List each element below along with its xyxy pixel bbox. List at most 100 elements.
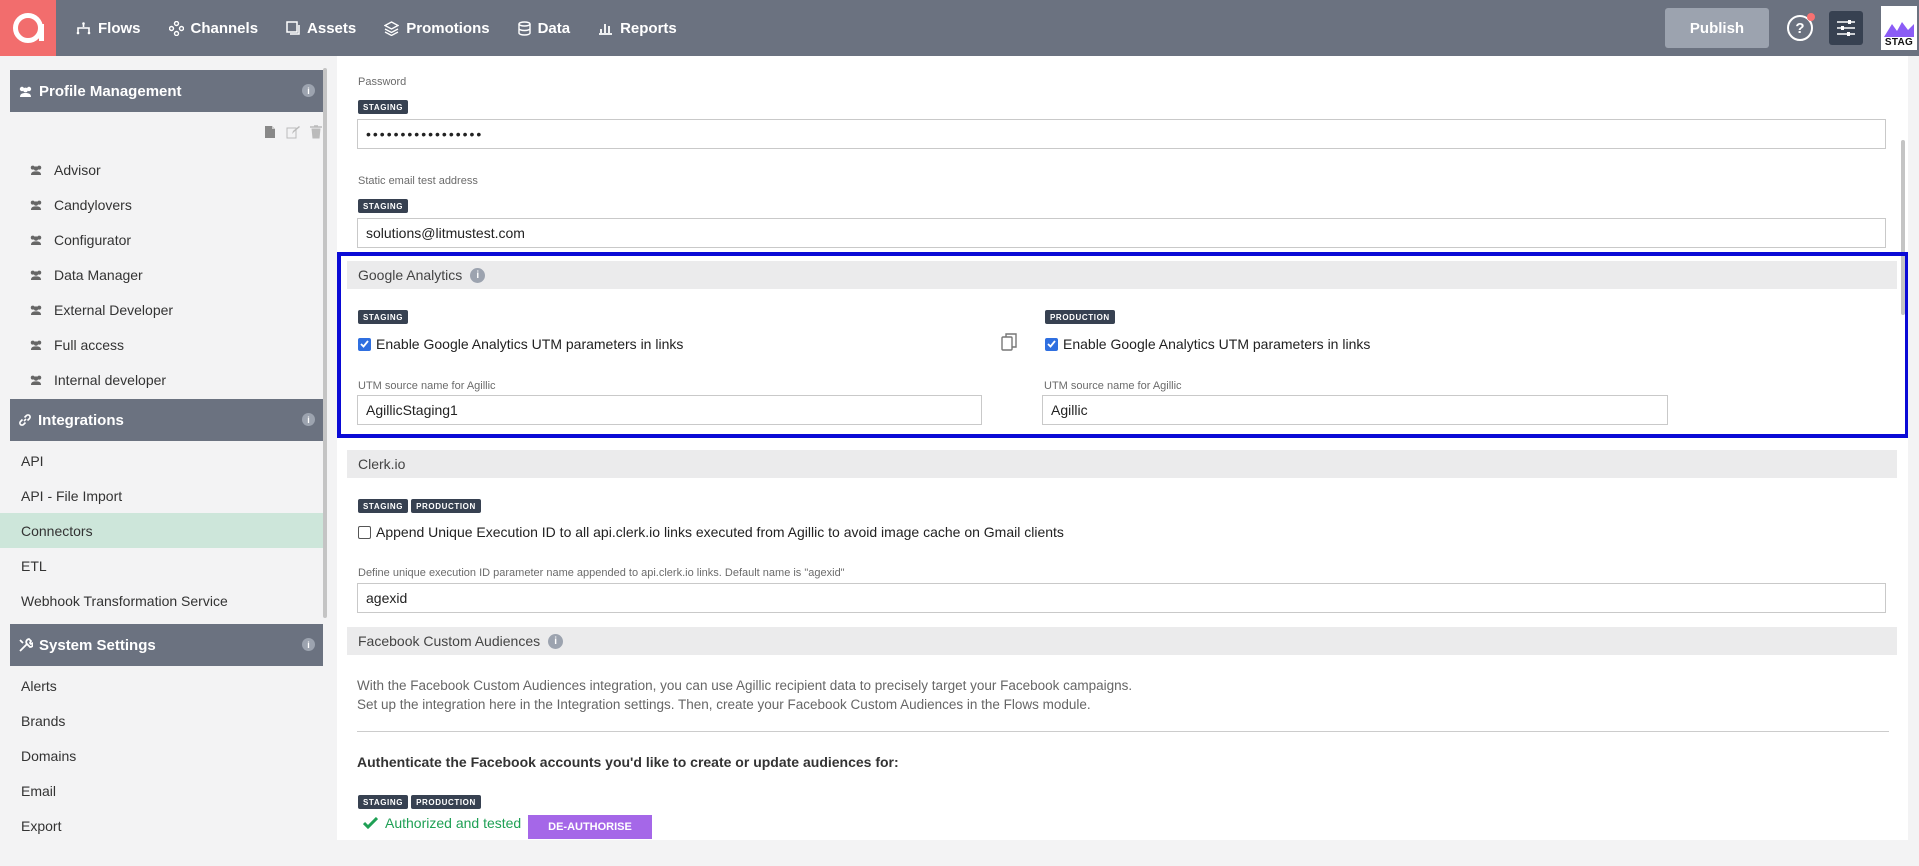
- sidebar-item-label: Data Manager: [54, 266, 143, 283]
- facebook-description-line-1: With the Facebook Custom Audiences integ…: [357, 678, 1133, 693]
- password-field[interactable]: •••••••••••••••••: [357, 119, 1886, 149]
- tools-icon: [19, 637, 33, 652]
- sidebar-item-label: External Developer: [54, 301, 174, 318]
- info-icon[interactable]: i: [302, 413, 315, 426]
- facebook-header: Facebook Custom Audiences i: [347, 627, 1897, 655]
- sliders-icon: [1837, 20, 1855, 36]
- nav-reports-label: Reports: [620, 19, 677, 37]
- agillic-logo[interactable]: [0, 0, 56, 56]
- clerk-param-label: Define unique execution ID parameter nam…: [358, 567, 845, 579]
- sidebar-item-domains[interactable]: Domains: [0, 738, 324, 773]
- sidebar-item-internal-developer[interactable]: Internal developer: [0, 362, 324, 397]
- static-email-field[interactable]: solutions@litmustest.com: [357, 218, 1886, 248]
- sidebar-item-label: Email: [21, 782, 57, 799]
- sidebar-item-email[interactable]: Email: [0, 773, 324, 808]
- sidebar-item-api-file-import[interactable]: API - File Import: [0, 478, 324, 513]
- clerk-title: Clerk.io: [358, 456, 406, 472]
- notification-dot: [1807, 13, 1815, 21]
- sidebar-section-system-settings[interactable]: System Settings i: [10, 624, 323, 666]
- sidebar-item-etl[interactable]: ETL: [0, 548, 324, 583]
- help-button[interactable]: ?: [1787, 13, 1815, 41]
- info-icon[interactable]: i: [302, 84, 315, 97]
- nav-channels[interactable]: Channels: [168, 20, 258, 37]
- nav-promotions[interactable]: Promotions: [384, 19, 490, 37]
- production-tag: PRODUCTION: [411, 499, 481, 513]
- nav-flows[interactable]: Flows: [76, 20, 141, 37]
- environment-badge[interactable]: STAG: [1881, 6, 1917, 50]
- nav-promotions-label: Promotions: [406, 19, 490, 37]
- main-nav: Flows Channels Assets Promotions Data Re…: [76, 20, 705, 37]
- users-icon: [30, 305, 42, 315]
- assets-icon: [286, 21, 300, 35]
- users-icon: [19, 86, 32, 97]
- facebook-auth-question: Authenticate the Facebook accounts you'd…: [357, 754, 899, 770]
- sidebar-item-label: Candylovers: [54, 196, 132, 213]
- sidebar-item-data-manager[interactable]: Data Manager: [0, 257, 324, 292]
- sidebar-item-label: Full access: [54, 336, 125, 353]
- facebook-description: With the Facebook Custom Audiences integ…: [357, 676, 1132, 714]
- sidebar-item-label: Alerts: [21, 677, 57, 694]
- nav-data-label: Data: [537, 19, 571, 37]
- clerk-execution-id-checkbox-row[interactable]: Append Unique Execution ID to all api.cl…: [358, 524, 1064, 540]
- sidebar-item-candylovers[interactable]: Candylovers: [0, 187, 324, 222]
- channels-icon: [168, 20, 184, 36]
- clerk-execution-id-checkbox[interactable]: [358, 525, 371, 539]
- nav-reports[interactable]: Reports: [598, 20, 677, 37]
- facebook-tags: STAGING PRODUCTION: [358, 792, 484, 810]
- info-icon[interactable]: i: [548, 633, 564, 649]
- nav-assets-label: Assets: [307, 19, 357, 37]
- users-icon: [30, 200, 42, 210]
- main-content: Password STAGING ••••••••••••••••• Stati…: [337, 56, 1908, 840]
- users-icon: [30, 270, 42, 280]
- de-authorise-button[interactable]: DE-AUTHORISE: [528, 815, 652, 839]
- sidebar-scrollbar[interactable]: [323, 68, 327, 618]
- staging-tag: STAGING: [358, 100, 409, 114]
- facebook-title: Facebook Custom Audiences: [358, 633, 541, 649]
- nav-assets[interactable]: Assets: [286, 20, 356, 37]
- sidebar-item-brands[interactable]: Brands: [0, 703, 324, 738]
- sidebar-item-label: API: [21, 452, 44, 469]
- sidebar-item-export[interactable]: Export: [0, 808, 324, 843]
- sidebar-item-full-access[interactable]: Full access: [0, 327, 324, 362]
- profile-list: Advisor Candylovers Configurator Data Ma…: [0, 152, 330, 397]
- settings-sliders-button[interactable]: [1829, 11, 1863, 45]
- sidebar-item-alerts[interactable]: Alerts: [0, 668, 324, 703]
- sidebar-item-label: Internal developer: [54, 371, 167, 388]
- sidebar-item-connectors[interactable]: Connectors: [0, 513, 324, 548]
- sidebar-section-integrations[interactable]: Integrations i: [10, 399, 323, 441]
- link-icon: [19, 414, 31, 426]
- sidebar-item-label: API - File Import: [21, 487, 123, 504]
- flows-icon: [76, 21, 91, 34]
- facebook-description-line-2: Set up the integration here in the Integ…: [357, 697, 1091, 712]
- sidebar-item-api[interactable]: API: [0, 443, 324, 478]
- trash-icon[interactable]: [310, 125, 322, 139]
- sidebar-item-webhook-transformation-service[interactable]: Webhook Transformation Service: [0, 583, 324, 618]
- mountain-icon: [1884, 22, 1914, 37]
- divider: [357, 731, 1889, 732]
- password-label: Password: [358, 76, 407, 88]
- nav-data[interactable]: Data: [517, 19, 571, 37]
- sidebar-item-configurator[interactable]: Configurator: [0, 222, 324, 257]
- sidebar-item-external-developer[interactable]: External Developer: [0, 292, 324, 327]
- sidebar-item-label: Advisor: [54, 161, 101, 178]
- system-settings-title: System Settings: [39, 636, 156, 654]
- info-icon[interactable]: i: [302, 638, 315, 651]
- sidebar-item-advisor[interactable]: Advisor: [0, 152, 324, 187]
- users-icon: [30, 340, 42, 350]
- clerk-param-input[interactable]: agexid: [357, 583, 1886, 613]
- integrations-title: Integrations: [38, 411, 124, 429]
- clerk-tags: STAGING PRODUCTION: [358, 496, 484, 514]
- publish-button[interactable]: Publish: [1665, 8, 1769, 48]
- facebook-auth-status-text: Authorized and tested: [385, 815, 522, 831]
- environment-badge-label: STAG: [1884, 37, 1914, 48]
- users-icon: [30, 165, 42, 175]
- staging-tag: STAGING: [358, 499, 409, 513]
- sidebar-section-profile-management[interactable]: Profile Management i: [10, 70, 323, 112]
- edit-icon[interactable]: [286, 125, 300, 139]
- users-icon: [30, 375, 42, 385]
- profile-management-title: Profile Management: [39, 82, 182, 100]
- help-label: ?: [1795, 19, 1805, 37]
- profile-toolbar: [0, 112, 330, 152]
- new-document-icon[interactable]: [264, 125, 276, 139]
- top-right-controls: Publish ? STAG: [1665, 0, 1919, 56]
